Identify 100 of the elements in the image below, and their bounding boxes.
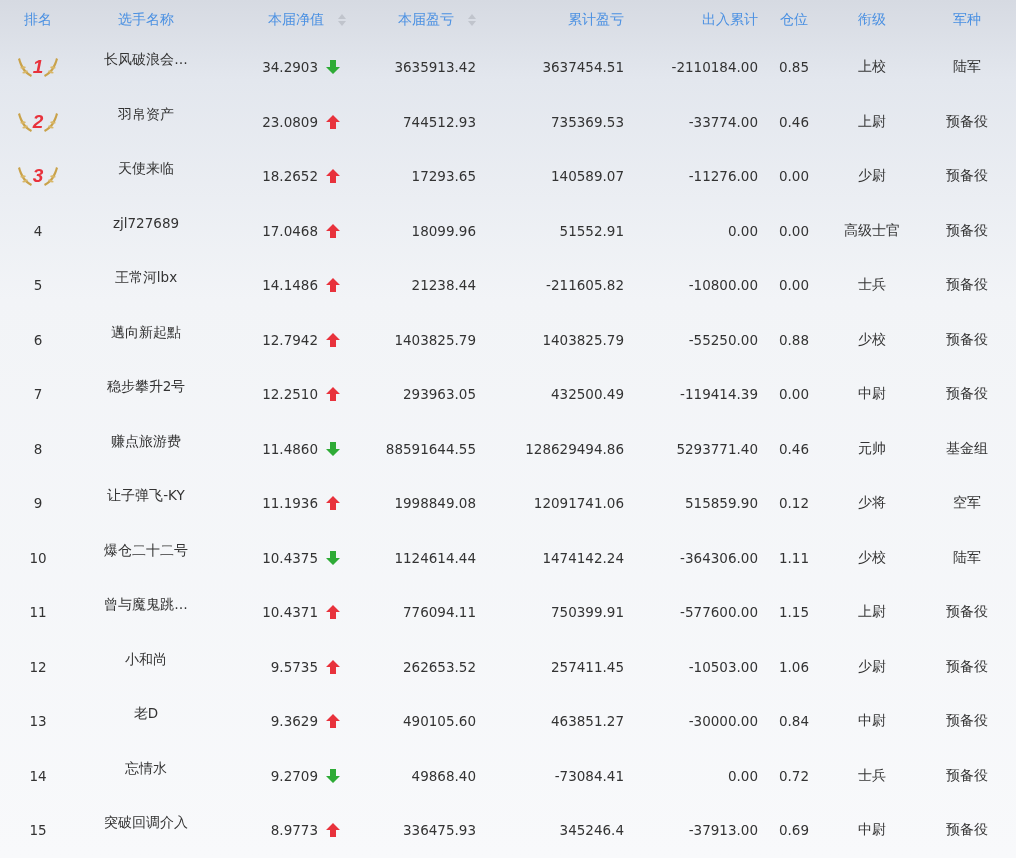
rank-title: 上尉 bbox=[858, 603, 886, 622]
laurel-icon bbox=[43, 56, 60, 79]
season-profit: 3635913.42 bbox=[394, 59, 476, 76]
net-value: 34.2903 bbox=[262, 59, 318, 76]
position-ratio: 0.00 bbox=[778, 222, 810, 239]
rank-number: 11 bbox=[29, 604, 47, 621]
rank-number: 8 bbox=[33, 440, 43, 457]
season-profit: 1998849.08 bbox=[394, 495, 476, 512]
net-flow: -577600.00 bbox=[680, 604, 758, 621]
net-flow: -33774.00 bbox=[688, 113, 758, 130]
total-profit: 1474142.24 bbox=[542, 549, 624, 566]
total-profit: 3637454.51 bbox=[542, 59, 624, 76]
season-profit: 293963.05 bbox=[403, 386, 476, 403]
position-ratio: 0.46 bbox=[778, 113, 810, 130]
rank-title: 士兵 bbox=[858, 276, 886, 295]
total-profit: 735369.53 bbox=[551, 113, 624, 130]
column-header: 排名 bbox=[24, 11, 52, 29]
branch-label: 空军 bbox=[953, 494, 981, 513]
position-ratio: 1.11 bbox=[778, 549, 810, 566]
net-value: 9.3629 bbox=[270, 713, 318, 730]
player-name: 老D bbox=[133, 705, 159, 723]
season-profit: 1124614.44 bbox=[394, 549, 476, 566]
player-name: 忘情水 bbox=[125, 759, 167, 778]
position-ratio: 1.15 bbox=[778, 604, 810, 621]
rank-title: 士兵 bbox=[858, 766, 886, 785]
rank-title: 中尉 bbox=[858, 712, 886, 731]
laurel-icon bbox=[43, 165, 60, 188]
rank-number: 9 bbox=[33, 495, 43, 512]
net-flow: -37913.00 bbox=[688, 822, 758, 839]
net-value: 9.5735 bbox=[270, 658, 318, 675]
net-flow: 0.00 bbox=[727, 767, 758, 784]
season-profit: 1403825.79 bbox=[394, 331, 476, 348]
position-ratio: 0.69 bbox=[778, 822, 810, 839]
branch-label: 基金组 bbox=[946, 439, 988, 458]
position-ratio: 0.00 bbox=[778, 168, 810, 185]
branch-label: 预备役 bbox=[946, 167, 988, 186]
player-name: 长风破浪会… bbox=[104, 51, 188, 69]
net-value: 12.2510 bbox=[262, 386, 318, 403]
column-header[interactable]: 本届净值 bbox=[268, 11, 346, 29]
rank-number: 14 bbox=[29, 767, 47, 784]
branch-label: 预备役 bbox=[946, 385, 988, 404]
net-value: 8.9773 bbox=[270, 822, 318, 839]
rank-number: 12 bbox=[29, 658, 47, 675]
total-profit: 51552.91 bbox=[559, 222, 624, 239]
net-flow: 0.00 bbox=[727, 222, 758, 239]
rank-title: 上校 bbox=[858, 58, 886, 77]
player-name: 小和尚 bbox=[125, 650, 167, 669]
column-header[interactable]: 本届盈亏 bbox=[398, 11, 476, 29]
laurel-icon bbox=[16, 56, 33, 79]
player-name: 稳步攀升2号 bbox=[106, 378, 186, 396]
rank-number: 7 bbox=[33, 386, 43, 403]
rank-title: 中尉 bbox=[858, 821, 886, 840]
net-flow: -2110184.00 bbox=[671, 59, 758, 76]
rank-title: 少将 bbox=[858, 494, 886, 513]
player-name: 让子弹飞-KY bbox=[107, 487, 185, 505]
rank-title: 少尉 bbox=[858, 167, 886, 186]
sort-icon[interactable] bbox=[338, 14, 346, 26]
net-value: 9.2709 bbox=[270, 767, 318, 784]
rank-title: 少校 bbox=[858, 548, 886, 567]
season-profit: 21238.44 bbox=[411, 277, 476, 294]
rank-title: 元帅 bbox=[858, 439, 886, 458]
laurel-icon bbox=[16, 165, 33, 188]
branch-label: 预备役 bbox=[946, 221, 988, 240]
column-header: 仓位 bbox=[780, 11, 808, 29]
branch-label: 预备役 bbox=[946, 821, 988, 840]
season-profit: 262653.52 bbox=[403, 658, 476, 675]
sort-icon[interactable] bbox=[468, 14, 476, 26]
net-flow: -364306.00 bbox=[680, 549, 758, 566]
position-ratio: 0.00 bbox=[778, 277, 810, 294]
position-ratio: 0.72 bbox=[778, 767, 810, 784]
net-value: 14.1486 bbox=[262, 277, 318, 294]
player-name: 邁向新起點 bbox=[111, 323, 181, 342]
total-profit: 128629494.86 bbox=[525, 440, 624, 457]
total-profit: 463851.27 bbox=[551, 713, 624, 730]
net-flow: -119414.39 bbox=[680, 386, 758, 403]
branch-label: 预备役 bbox=[946, 603, 988, 622]
total-profit: 257411.45 bbox=[551, 658, 624, 675]
net-value: 10.4375 bbox=[262, 549, 318, 566]
rank-number: 13 bbox=[29, 713, 47, 730]
branch-label: 预备役 bbox=[946, 766, 988, 785]
net-value: 23.0809 bbox=[262, 113, 318, 130]
player-name: zjl727689 bbox=[112, 214, 180, 231]
position-ratio: 0.00 bbox=[778, 386, 810, 403]
player-name: 突破回调介入 bbox=[104, 814, 188, 832]
column-header: 出入累计 bbox=[702, 11, 758, 29]
net-flow: 515859.90 bbox=[685, 495, 758, 512]
rank-number: 5 bbox=[33, 277, 43, 294]
column-header: 累计盈亏 bbox=[568, 11, 624, 29]
net-flow: -10503.00 bbox=[688, 658, 758, 675]
player-name: 羽帛资产 bbox=[118, 105, 174, 124]
season-profit: 336475.93 bbox=[403, 822, 476, 839]
rank-number: 1 bbox=[32, 56, 44, 79]
branch-label: 预备役 bbox=[946, 112, 988, 131]
total-profit: -211605.82 bbox=[546, 277, 624, 294]
position-ratio: 0.88 bbox=[778, 331, 810, 348]
rank-title: 少尉 bbox=[858, 657, 886, 676]
net-value: 10.4371 bbox=[262, 604, 318, 621]
net-value: 18.2652 bbox=[262, 168, 318, 185]
season-profit: 49868.40 bbox=[411, 767, 476, 784]
season-profit: 17293.65 bbox=[411, 168, 476, 185]
